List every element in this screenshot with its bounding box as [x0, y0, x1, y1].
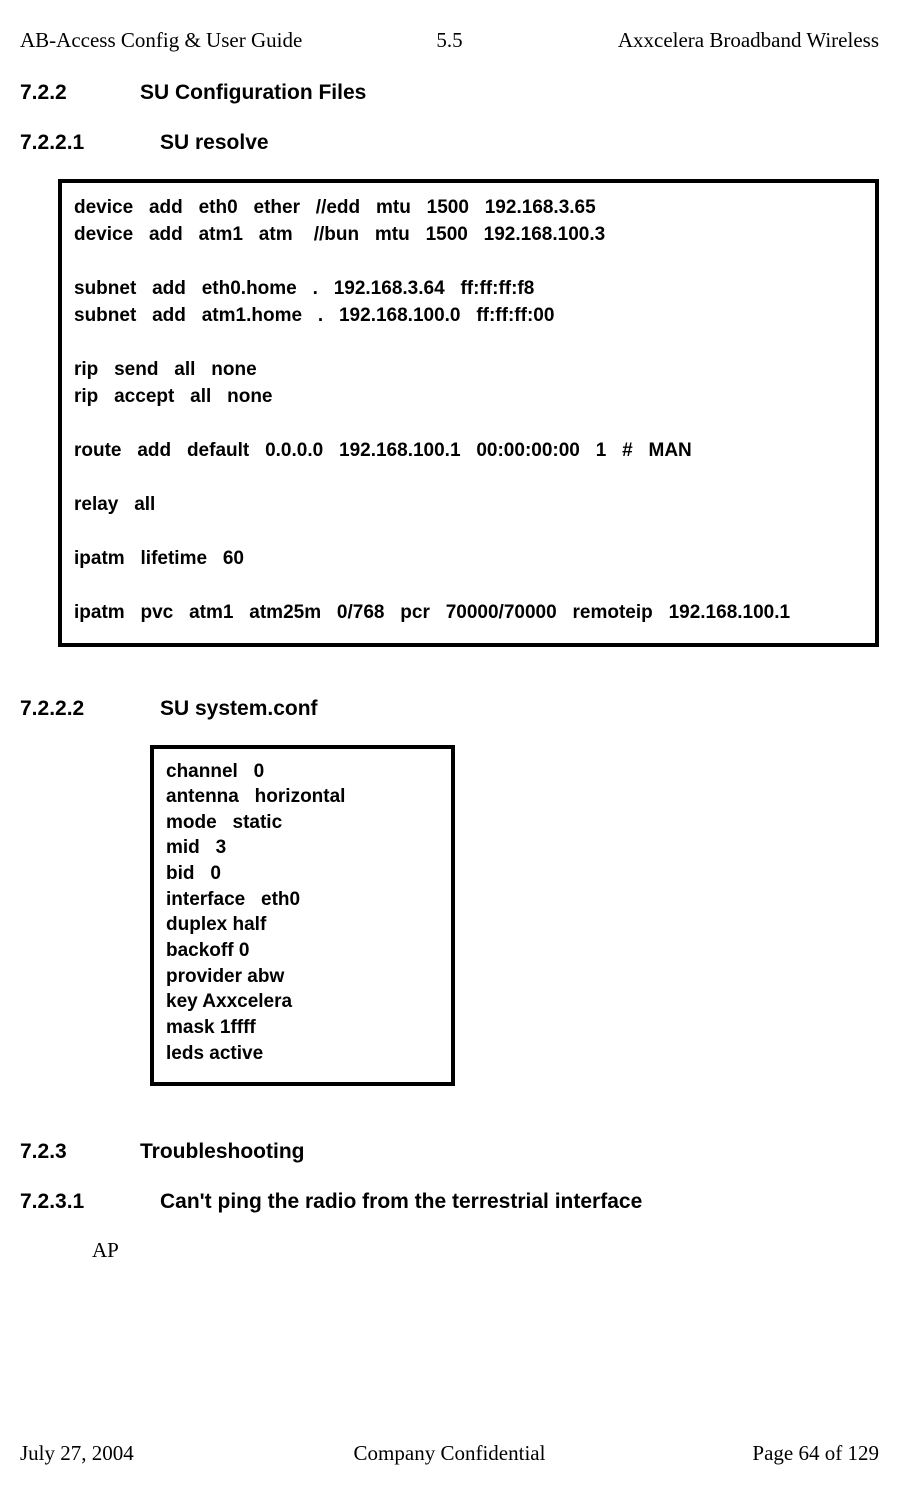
- heading-7221-title: SU resolve: [160, 131, 269, 155]
- heading-7222: 7.2.2.2 SU system.conf: [20, 697, 879, 721]
- heading-722-title: SU Configuration Files: [140, 81, 366, 105]
- code-su-systemconf: channel 0 antenna horizontal mode static…: [150, 745, 455, 1087]
- footer-right: Page 64 of 129: [752, 1441, 879, 1466]
- footer-center: Company Confidential: [354, 1441, 546, 1466]
- page-footer: July 27, 2004 Company Confidential Page …: [20, 1441, 879, 1466]
- heading-7222-num: 7.2.2.2: [20, 697, 160, 721]
- code-su-resolve: device add eth0 ether //edd mtu 1500 192…: [58, 179, 879, 647]
- heading-723: 7.2.3 Troubleshooting: [20, 1140, 879, 1164]
- body-ap: AP: [92, 1238, 879, 1263]
- heading-7221-num: 7.2.2.1: [20, 131, 160, 155]
- header-center: 5.5: [436, 28, 462, 53]
- header-left: AB-Access Config & User Guide: [20, 28, 302, 53]
- heading-7231: 7.2.3.1 Can't ping the radio from the te…: [20, 1190, 879, 1214]
- header-right: Axxcelera Broadband Wireless: [618, 28, 879, 53]
- heading-722-num: 7.2.2: [20, 81, 140, 105]
- heading-7231-num: 7.2.3.1: [20, 1190, 160, 1214]
- heading-723-title: Troubleshooting: [140, 1140, 304, 1164]
- footer-left: July 27, 2004: [20, 1441, 134, 1466]
- page-header: AB-Access Config & User Guide 5.5 Axxcel…: [20, 28, 879, 53]
- heading-7221: 7.2.2.1 SU resolve: [20, 131, 879, 155]
- heading-7222-title: SU system.conf: [160, 697, 318, 721]
- heading-7231-title: Can't ping the radio from the terrestria…: [160, 1190, 642, 1214]
- heading-722: 7.2.2 SU Configuration Files: [20, 81, 879, 105]
- heading-723-num: 7.2.3: [20, 1140, 140, 1164]
